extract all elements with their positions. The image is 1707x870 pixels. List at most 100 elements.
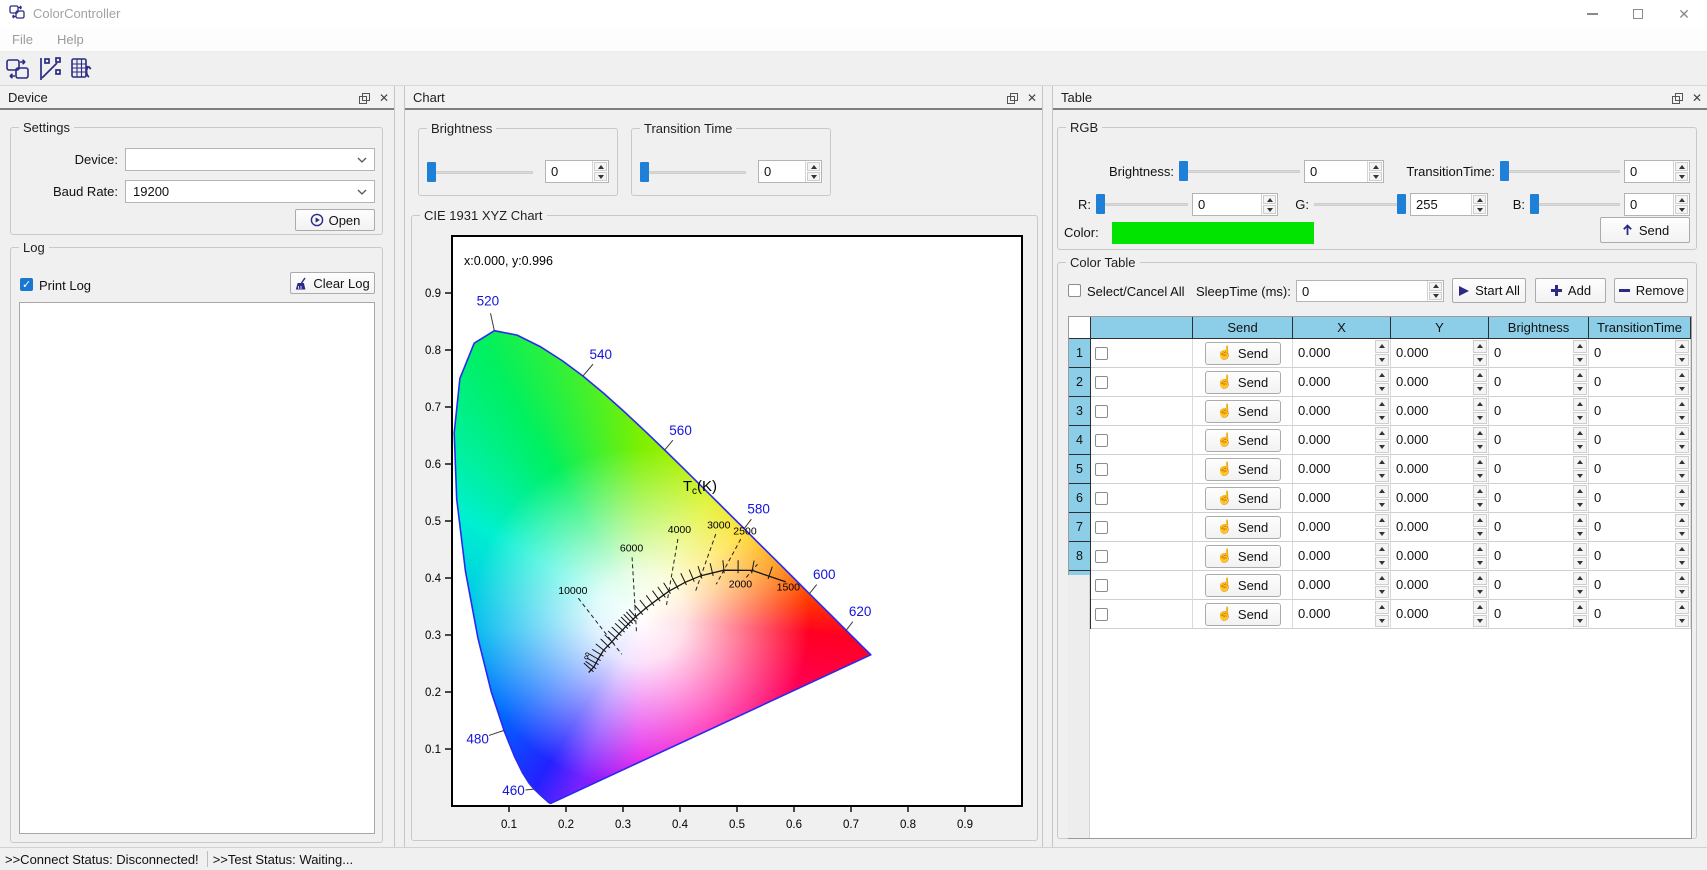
row-number-cell[interactable]: 4 [1069, 426, 1091, 455]
brightness-spinbox[interactable]: 0 [545, 160, 609, 183]
y-spinbox[interactable]: 0.000 [1391, 600, 1488, 628]
spin-arrows[interactable] [1674, 397, 1690, 425]
brightness-slider[interactable] [427, 162, 533, 182]
spin-arrows[interactable] [1572, 426, 1588, 454]
row-send-button[interactable]: ☝Send [1205, 574, 1281, 597]
column-header-y[interactable]: Y [1391, 317, 1489, 339]
log-output-area[interactable] [19, 302, 375, 834]
select-cancel-all-checkbox[interactable] [1068, 284, 1081, 297]
transition-spinbox[interactable]: 0 [1589, 426, 1690, 454]
row-checkbox[interactable] [1095, 463, 1108, 476]
brightness-spinbox[interactable]: 0 [1489, 397, 1588, 425]
spin-arrows[interactable] [1374, 455, 1390, 483]
add-button[interactable]: Add [1535, 278, 1606, 303]
spin-arrows[interactable] [1674, 455, 1690, 483]
x-spinbox[interactable]: 0.000 [1293, 513, 1390, 541]
spin-arrows[interactable] [1674, 339, 1690, 367]
row-send-button[interactable]: ☝Send [1205, 371, 1281, 394]
menu-help[interactable]: Help [45, 27, 96, 51]
brightness-spinbox[interactable]: 0 [1489, 426, 1588, 454]
green-slider[interactable] [1314, 194, 1406, 214]
clear-log-button[interactable]: Clear Log [290, 272, 375, 294]
x-spinbox[interactable]: 0.000 [1293, 455, 1390, 483]
row-checkbox[interactable] [1095, 550, 1108, 563]
row-checkbox[interactable] [1095, 347, 1108, 360]
spin-arrows[interactable] [1572, 513, 1588, 541]
transition-spinbox[interactable]: 0 [1589, 513, 1690, 541]
y-spinbox[interactable]: 0.000 [1391, 339, 1488, 367]
y-spinbox[interactable]: 0.000 [1391, 513, 1488, 541]
open-button[interactable]: Open [295, 209, 375, 231]
row-number-cell[interactable]: 5 [1069, 455, 1091, 484]
row-number-cell[interactable]: 2 [1069, 368, 1091, 397]
x-spinbox[interactable]: 0.000 [1293, 426, 1390, 454]
rgb-send-button[interactable]: Send [1600, 217, 1690, 243]
red-spinbox[interactable]: 0 [1192, 193, 1278, 216]
y-spinbox[interactable]: 0.000 [1391, 484, 1488, 512]
y-spinbox[interactable]: 0.000 [1391, 571, 1488, 599]
slider-handle[interactable] [640, 162, 649, 182]
spin-arrows[interactable] [1261, 194, 1277, 215]
menu-file[interactable]: File [0, 27, 45, 51]
close-panel-icon[interactable]: ✕ [379, 92, 389, 104]
spin-arrows[interactable] [1472, 426, 1488, 454]
transition-spinbox[interactable]: 0 [1589, 368, 1690, 396]
float-panel-icon[interactable] [359, 93, 370, 104]
spin-arrows[interactable] [1572, 484, 1588, 512]
column-header-x[interactable]: X [1293, 317, 1391, 339]
spin-arrows[interactable] [1374, 339, 1390, 367]
close-panel-icon[interactable]: ✕ [1027, 92, 1037, 104]
x-spinbox[interactable]: 0.000 [1293, 542, 1390, 570]
spin-arrows[interactable] [1572, 542, 1588, 570]
brightness-spinbox[interactable]: 0 [1489, 368, 1588, 396]
blue-slider[interactable] [1530, 194, 1620, 214]
column-header-send[interactable]: Send [1193, 317, 1293, 339]
brightness-spinbox[interactable]: 0 [1489, 600, 1588, 628]
spin-arrows[interactable] [1472, 571, 1488, 599]
row-checkbox[interactable] [1095, 579, 1108, 592]
x-spinbox[interactable]: 0.000 [1293, 600, 1390, 628]
row-number-cell[interactable]: 3 [1069, 397, 1091, 426]
spin-arrows[interactable] [1471, 194, 1487, 215]
rgb-brightness-slider[interactable] [1179, 161, 1300, 181]
close-button[interactable]: ✕ [1661, 0, 1707, 27]
spin-arrows[interactable] [1673, 194, 1689, 215]
spin-arrows[interactable] [1472, 368, 1488, 396]
rgb-transition-slider[interactable] [1500, 161, 1620, 181]
row-number-cell[interactable]: 8 [1069, 542, 1091, 571]
column-header-brightness[interactable]: Brightness [1489, 317, 1589, 339]
spin-arrows[interactable] [1472, 339, 1488, 367]
spin-arrows[interactable] [1472, 484, 1488, 512]
row-checkbox[interactable] [1095, 492, 1108, 505]
spin-arrows[interactable] [1472, 600, 1488, 628]
spin-arrows[interactable] [1572, 600, 1588, 628]
spin-arrows[interactable] [1472, 455, 1488, 483]
slider-handle[interactable] [1179, 161, 1188, 181]
row-checkbox[interactable] [1095, 434, 1108, 447]
x-spinbox[interactable]: 0.000 [1293, 571, 1390, 599]
green-spinbox[interactable]: 255 [1410, 193, 1488, 216]
transition-spinbox[interactable]: 0 [1589, 571, 1690, 599]
device-combobox[interactable] [125, 148, 375, 171]
spin-arrows[interactable] [1472, 542, 1488, 570]
x-spinbox[interactable]: 0.000 [1293, 339, 1390, 367]
red-slider[interactable] [1096, 194, 1188, 214]
spin-arrows[interactable] [1674, 542, 1690, 570]
spin-arrows[interactable] [592, 161, 608, 182]
spin-arrows[interactable] [1674, 484, 1690, 512]
row-number-cell[interactable]: 7 [1069, 513, 1091, 542]
maximize-button[interactable] [1615, 0, 1661, 27]
spin-arrows[interactable] [1674, 368, 1690, 396]
spin-arrows[interactable] [805, 161, 821, 182]
cie-plot-area[interactable] [452, 236, 1022, 806]
scatter-chart-icon[interactable] [36, 55, 64, 83]
remove-button[interactable]: Remove [1614, 278, 1688, 303]
rgb-transition-spinbox[interactable]: 0 [1624, 160, 1690, 183]
transition-spinbox[interactable]: 0 [1589, 600, 1690, 628]
x-spinbox[interactable]: 0.000 [1293, 368, 1390, 396]
spin-arrows[interactable] [1374, 513, 1390, 541]
spin-arrows[interactable] [1572, 571, 1588, 599]
transition-spinbox[interactable]: 0 [1589, 484, 1690, 512]
close-panel-icon[interactable]: ✕ [1692, 92, 1702, 104]
spin-arrows[interactable] [1674, 513, 1690, 541]
